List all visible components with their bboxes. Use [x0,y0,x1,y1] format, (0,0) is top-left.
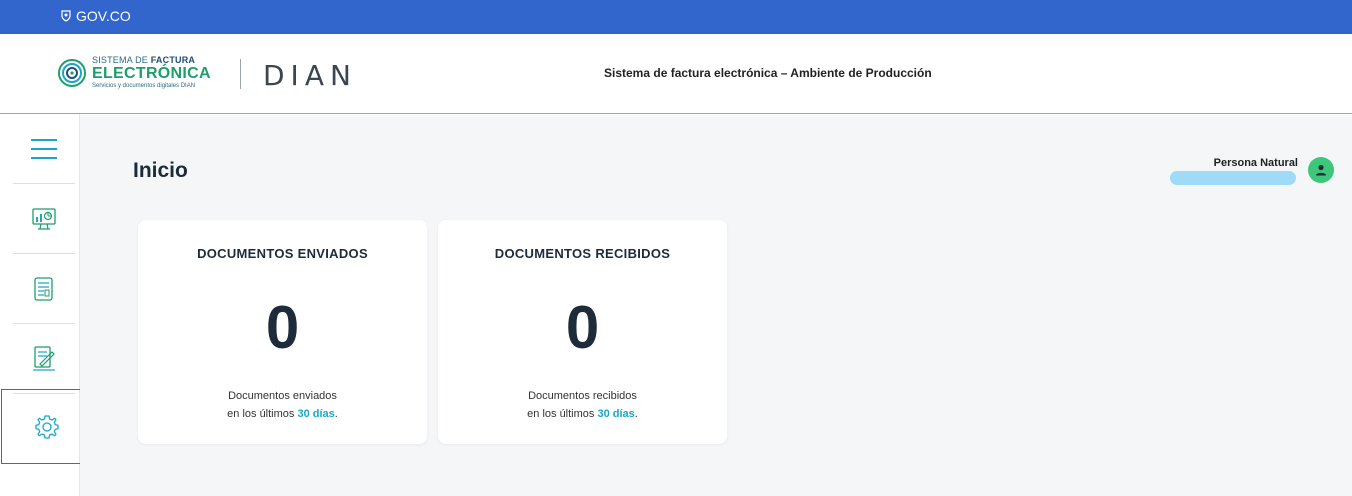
header-divider [240,59,241,89]
user-type-label: Persona Natural [1213,157,1298,169]
user-name-redacted [1170,171,1296,185]
sidebar-item-documents[interactable] [13,254,75,324]
sidebar-item-dashboard[interactable] [13,184,75,254]
logo-line3: Servicios y documentos digitales DIAN [92,83,196,89]
documents-icon [34,277,53,301]
days-highlight: 30 días [597,408,635,420]
card-description: Documentos recibidos en los últimos 30 d… [527,390,638,420]
received-documents-count: 0 [565,294,600,361]
edit-document-icon [33,346,55,371]
sidebar-item-settings[interactable] [1,389,92,464]
main-content: Inicio Persona Natural DOCUMENTOS ENVIAD… [80,115,1352,496]
colombia-shield-icon [61,10,71,22]
sidebar [1,114,92,496]
days-highlight: 30 días [297,408,335,420]
dian-logo[interactable]: DIAN [263,59,357,92]
logo-line2: ELECTRÓNICA [92,65,211,82]
received-documents-card[interactable]: DOCUMENTOS RECIBIDOS 0 Documentos recibi… [438,220,727,444]
person-icon [1316,164,1326,176]
user-menu[interactable]: Persona Natural [1170,157,1334,187]
dashboard-icon [32,208,56,230]
gear-icon [34,414,59,439]
header: SISTEMA DE FACTURA ELECTRÓNICA Servicios… [0,34,1352,114]
sidebar-menu-toggle[interactable] [13,114,75,184]
environment-title: Sistema de factura electrónica – Ambient… [604,66,932,80]
card-description: Documentos enviados en los últimos 30 dí… [227,390,338,420]
sent-documents-count: 0 [265,294,300,361]
logo-line1: SISTEMA DE FACTURA [92,55,196,65]
page: GOV.CO SISTEMA DE FACTURA ELECTRÓNICA Se… [0,0,1352,496]
gov-top-bar: GOV.CO [0,0,1352,34]
menu-icon [31,139,57,159]
electronic-invoice-logo-icon [58,58,86,87]
user-icon[interactable] [1308,157,1334,183]
sfe-logo-text: SISTEMA DE FACTURA ELECTRÓNICA Servicios… [92,55,211,90]
sidebar-item-edit-documents[interactable] [13,324,75,394]
card-title: DOCUMENTOS ENVIADOS [197,246,368,261]
gov-co-label: GOV.CO [76,8,131,24]
sfe-logo[interactable]: SISTEMA DE FACTURA ELECTRÓNICA Servicios… [58,56,211,89]
page-title: Inicio [133,159,188,182]
card-title: DOCUMENTOS RECIBIDOS [494,246,671,261]
sent-documents-card[interactable]: DOCUMENTOS ENVIADOS 0 Documentos enviado… [138,220,427,444]
gov-co-link[interactable]: GOV.CO [60,8,131,24]
